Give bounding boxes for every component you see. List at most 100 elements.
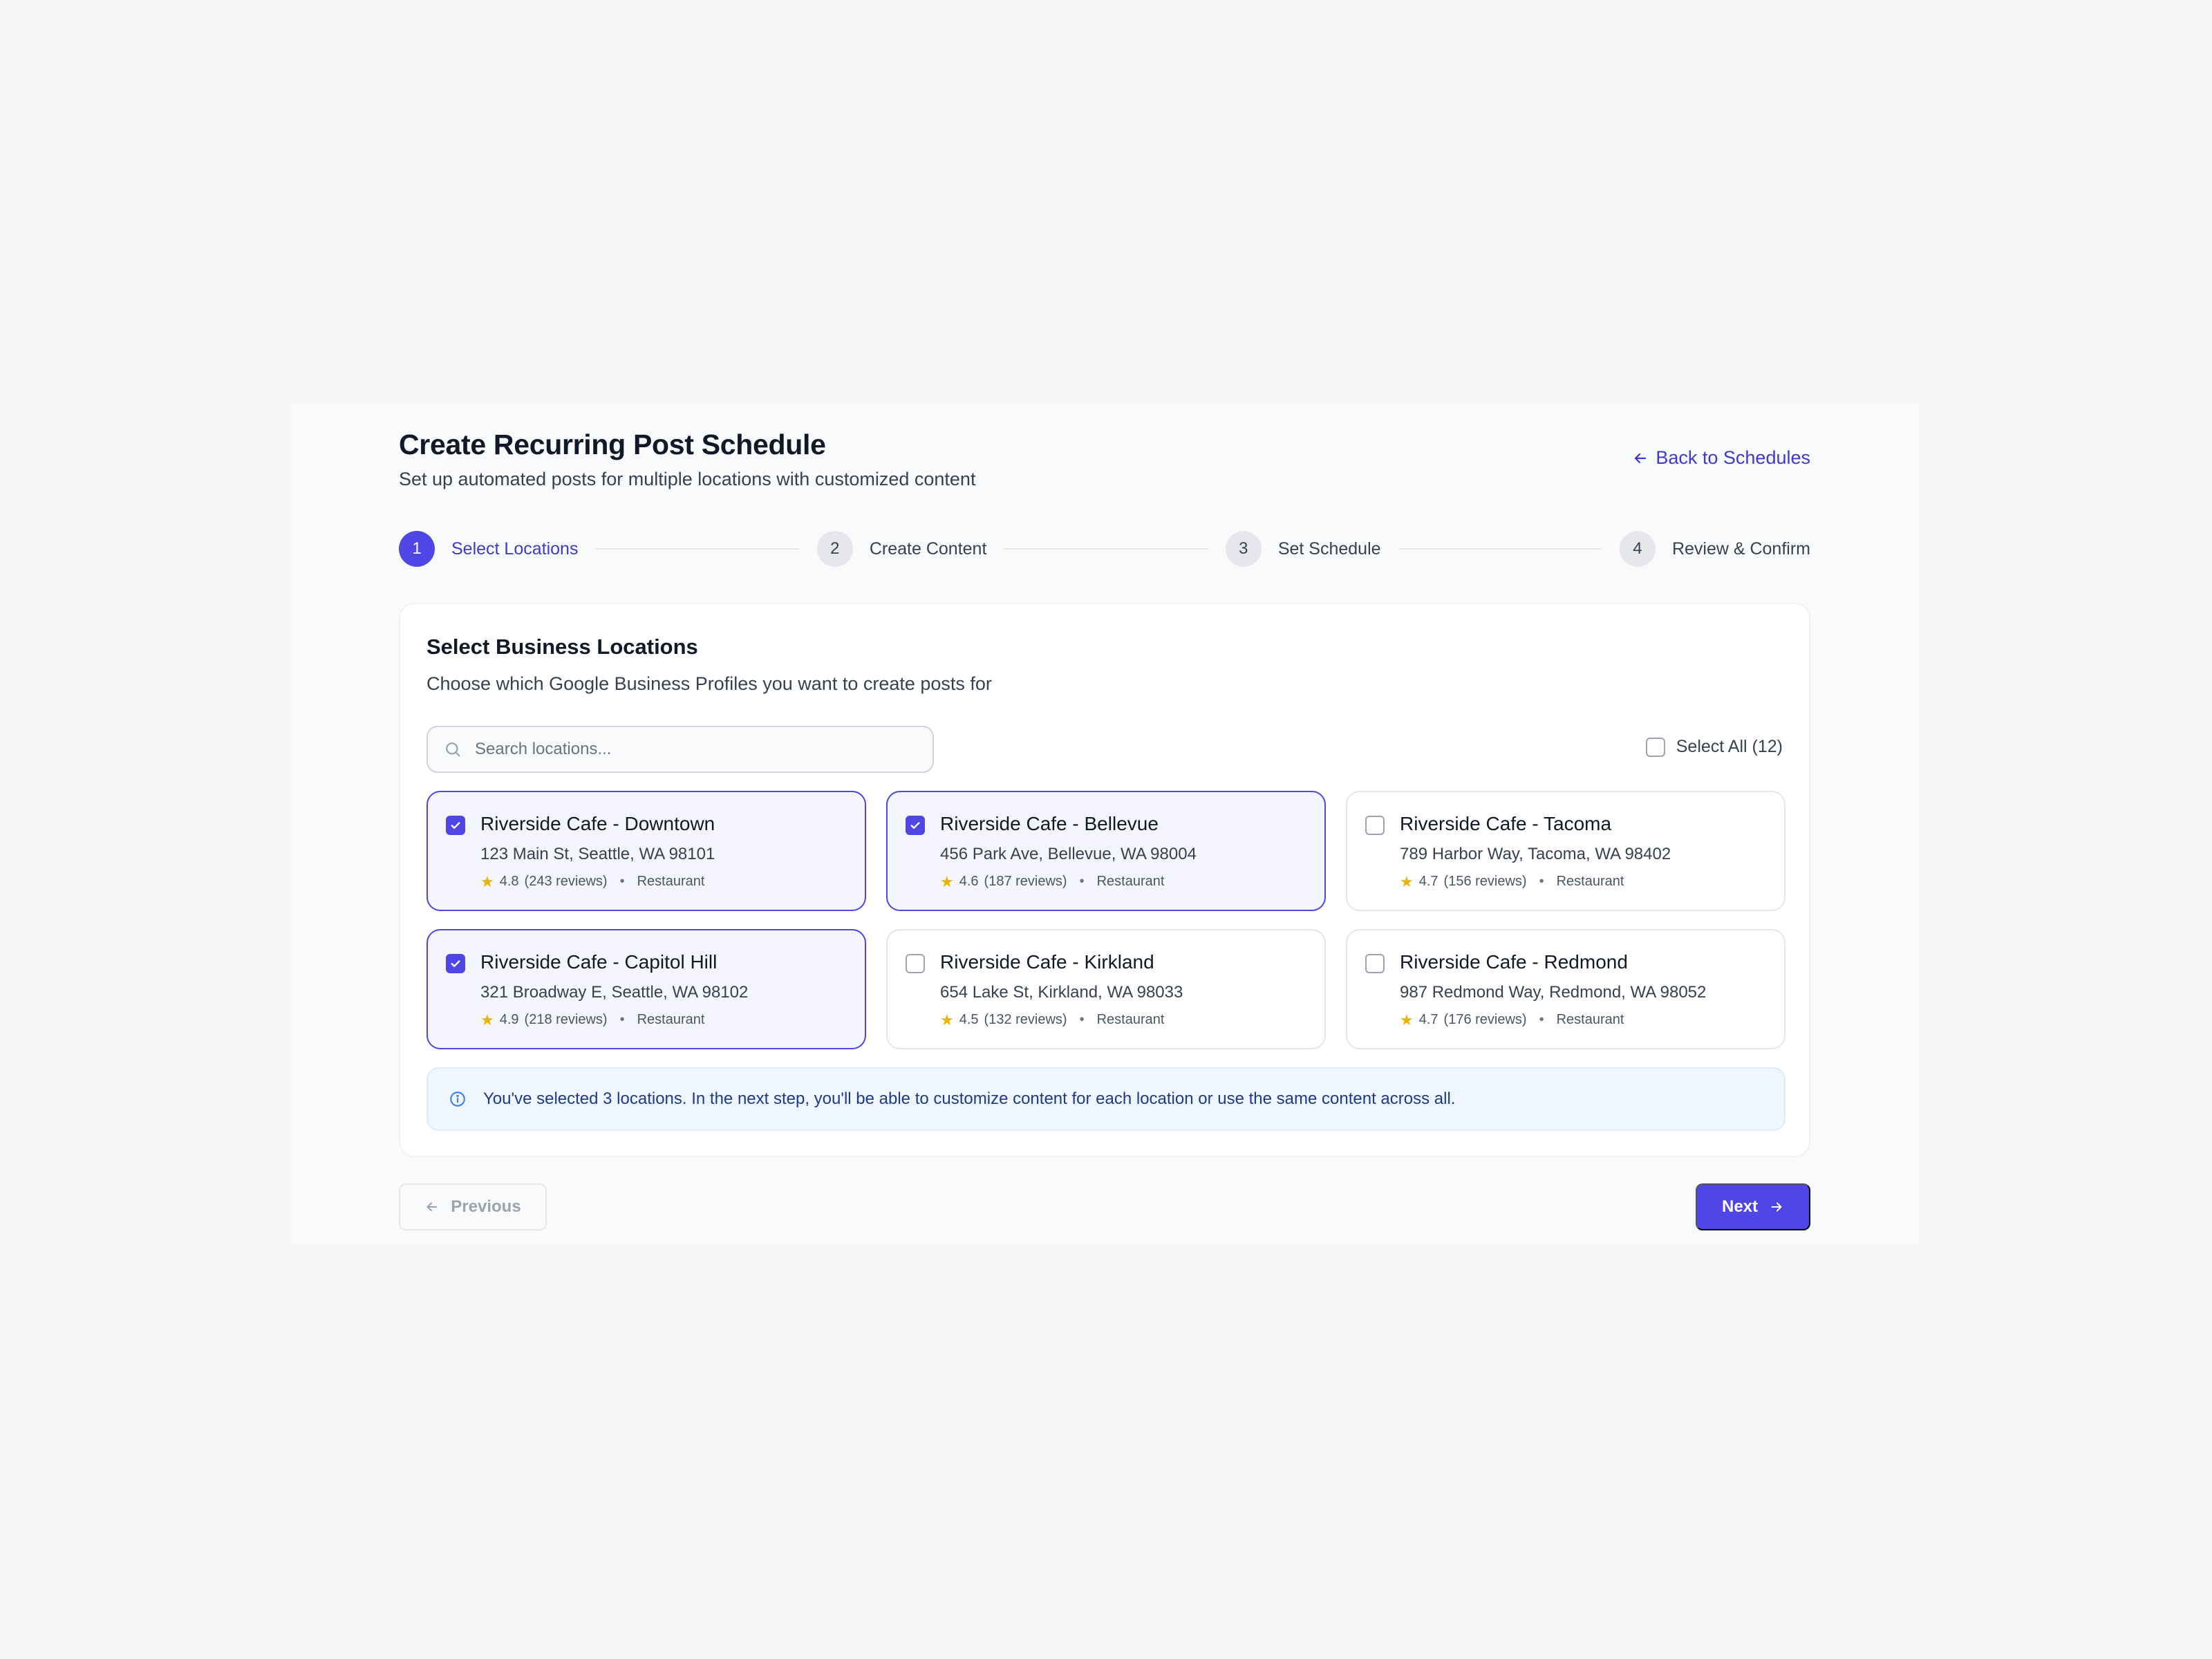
step-label: Set Schedule — [1277, 538, 1381, 559]
next-button[interactable]: Next — [1696, 1183, 1810, 1230]
location-rating: 4.9 — [499, 1012, 519, 1027]
location-reviews: (176 reviews) — [1443, 1012, 1527, 1027]
location-rating: 4.7 — [1418, 874, 1438, 889]
location-address: 456 Park Ave, Bellevue, WA 98004 — [940, 845, 1197, 863]
location-card-kirkland[interactable]: Riverside Cafe - Kirkland 654 Lake St, K… — [886, 929, 1326, 1049]
check-icon — [910, 822, 920, 829]
search-icon — [446, 742, 460, 757]
step-number: 4 — [1619, 531, 1656, 567]
location-address: 789 Harbor Way, Tacoma, WA 98402 — [1400, 845, 1671, 863]
step-label: Review & Confirm — [1671, 538, 1810, 559]
check-icon — [451, 822, 460, 829]
step-label: Select Locations — [451, 538, 579, 559]
location-reviews: (243 reviews) — [524, 874, 608, 889]
location-meta: ★ 4.6 (187 reviews) • Restaurant — [940, 874, 1164, 890]
location-checkbox[interactable] — [906, 816, 925, 835]
info-message: You've selected 3 locations. In the next… — [483, 1089, 1456, 1108]
previous-button[interactable]: Previous — [399, 1183, 547, 1230]
star-icon: ★ — [480, 1011, 494, 1029]
location-category: Restaurant — [637, 1012, 705, 1027]
star-icon: ★ — [1400, 1011, 1414, 1029]
next-label: Next — [1721, 1197, 1759, 1216]
select-all-checkbox[interactable]: Select All (12) — [1645, 737, 1783, 757]
location-card-downtown[interactable]: Riverside Cafe - Downtown 123 Main St, S… — [427, 791, 866, 911]
star-icon: ★ — [940, 1011, 954, 1029]
checkbox[interactable] — [1645, 737, 1665, 757]
location-rating: 4.7 — [1418, 1012, 1438, 1027]
location-category: Restaurant — [637, 874, 705, 889]
location-meta: ★ 4.7 (156 reviews) • Restaurant — [1400, 874, 1624, 890]
arrow-left-icon — [427, 1202, 438, 1212]
arrow-right-icon — [1771, 1202, 1782, 1212]
separator-dot: • — [1539, 1012, 1544, 1027]
location-category: Restaurant — [1096, 1012, 1165, 1027]
step-number: 3 — [1225, 531, 1262, 567]
location-category: Restaurant — [1556, 1012, 1624, 1027]
page-header: Create Recurring Post Schedule Set up au… — [399, 404, 1810, 509]
location-name: Riverside Cafe - Bellevue — [940, 813, 1159, 834]
location-category: Restaurant — [1556, 874, 1624, 889]
page-subtitle: Set up automated posts for multiple loca… — [399, 469, 976, 489]
step-set-schedule[interactable]: 3 Set Schedule — [1225, 531, 1381, 567]
location-checkbox[interactable] — [446, 816, 465, 835]
separator-dot: • — [1079, 874, 1085, 889]
location-card-tacoma[interactable]: Riverside Cafe - Tacoma 789 Harbor Way, … — [1346, 791, 1785, 911]
location-address: 321 Broadway E, Seattle, WA 98102 — [480, 983, 749, 1002]
step-connector — [596, 548, 799, 550]
location-meta: ★ 4.9 (218 reviews) • Restaurant — [480, 1012, 704, 1028]
step-create-content[interactable]: 2 Create Content — [816, 531, 987, 567]
location-address: 123 Main St, Seattle, WA 98101 — [480, 845, 715, 863]
select-all-label: Select All (12) — [1676, 737, 1783, 756]
card-title: Select Business Locations — [427, 635, 698, 659]
locations-card: Select Business Locations Choose which G… — [399, 603, 1810, 1157]
location-address: 987 Redmond Way, Redmond, WA 98052 — [1400, 983, 1707, 1002]
star-icon: ★ — [940, 872, 954, 890]
back-to-schedules-link[interactable]: Back to Schedules — [1632, 447, 1810, 469]
location-reviews: (187 reviews) — [984, 874, 1067, 889]
locations-grid: Riverside Cafe - Downtown 123 Main St, S… — [427, 791, 1785, 1049]
step-connector — [1004, 548, 1208, 550]
location-name: Riverside Cafe - Redmond — [1400, 951, 1628, 973]
main-container: Create Recurring Post Schedule Set up au… — [399, 404, 1810, 1230]
search-input[interactable] — [475, 740, 917, 759]
step-select-locations[interactable]: 1 Select Locations — [399, 531, 578, 567]
star-icon: ★ — [1400, 872, 1414, 890]
separator-dot: • — [619, 874, 625, 889]
location-checkbox[interactable] — [446, 954, 465, 973]
step-number: 1 — [399, 531, 435, 567]
separator-dot: • — [1079, 1012, 1085, 1027]
card-subtitle: Choose which Google Business Profiles yo… — [427, 673, 992, 694]
previous-label: Previous — [451, 1197, 521, 1216]
selection-info-banner: You've selected 3 locations. In the next… — [427, 1067, 1785, 1131]
location-rating: 4.8 — [499, 874, 519, 889]
step-connector — [1398, 548, 1602, 550]
search-box — [427, 726, 934, 773]
location-reviews: (132 reviews) — [984, 1012, 1067, 1027]
location-reviews: (218 reviews) — [524, 1012, 608, 1027]
separator-dot: • — [1539, 874, 1544, 889]
page-frame: Create Recurring Post Schedule Set up au… — [290, 404, 1919, 1244]
location-name: Riverside Cafe - Downtown — [480, 813, 715, 834]
location-address: 654 Lake St, Kirkland, WA 98033 — [940, 983, 1183, 1002]
step-review-confirm[interactable]: 4 Review & Confirm — [1619, 531, 1810, 567]
location-checkbox[interactable] — [906, 954, 925, 973]
location-checkbox[interactable] — [1365, 954, 1385, 973]
arrow-left-icon — [1635, 453, 1647, 463]
location-reviews: (156 reviews) — [1443, 874, 1527, 889]
location-name: Riverside Cafe - Tacoma — [1400, 813, 1612, 834]
star-icon: ★ — [480, 872, 494, 890]
location-card-redmond[interactable]: Riverside Cafe - Redmond 987 Redmond Way… — [1346, 929, 1785, 1049]
location-checkbox[interactable] — [1365, 816, 1385, 835]
location-card-bellevue[interactable]: Riverside Cafe - Bellevue 456 Park Ave, … — [886, 791, 1326, 911]
location-meta: ★ 4.5 (132 reviews) • Restaurant — [940, 1012, 1164, 1028]
info-icon — [450, 1091, 465, 1107]
step-number: 2 — [816, 531, 853, 567]
step-label: Create Content — [869, 538, 987, 559]
location-rating: 4.5 — [959, 1012, 979, 1027]
location-meta: ★ 4.8 (243 reviews) • Restaurant — [480, 874, 704, 890]
location-name: Riverside Cafe - Kirkland — [940, 951, 1154, 973]
back-link-label: Back to Schedules — [1656, 447, 1810, 468]
location-name: Riverside Cafe - Capitol Hill — [480, 951, 718, 973]
separator-dot: • — [619, 1012, 625, 1027]
location-card-capitol-hill[interactable]: Riverside Cafe - Capitol Hill 321 Broadw… — [427, 929, 866, 1049]
